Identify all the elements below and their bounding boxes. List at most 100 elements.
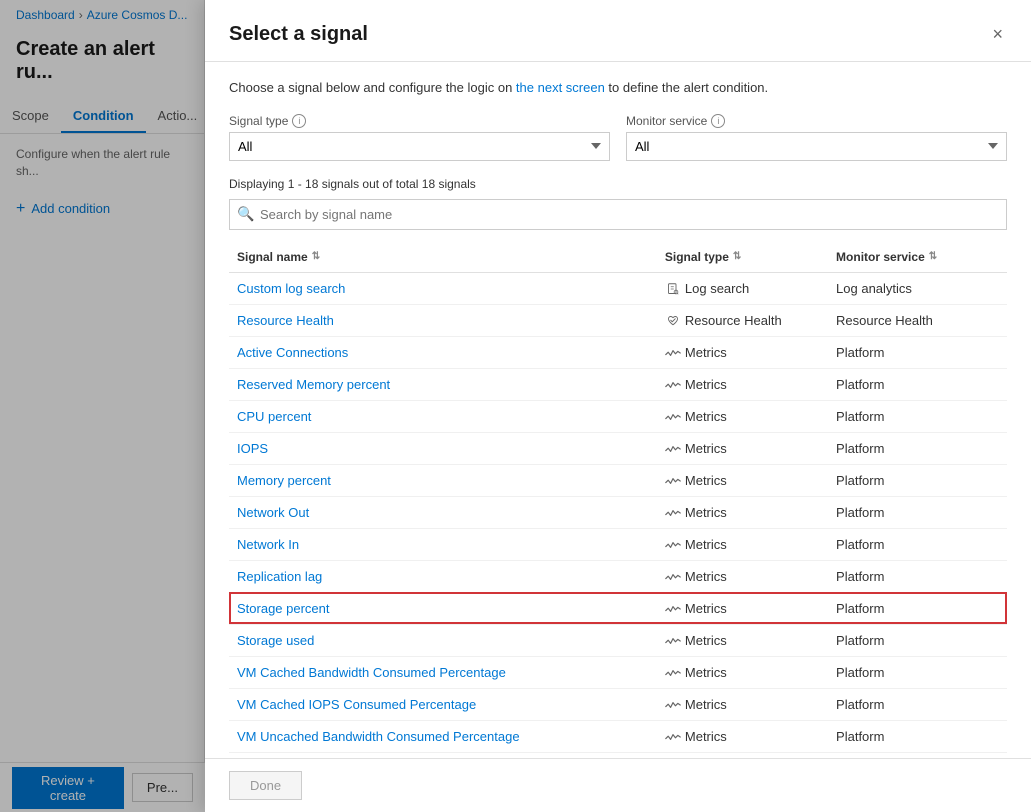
monitor-service-cell: Platform: [828, 464, 1007, 496]
signals-table: Signal name ⇅ Signal type ⇅: [229, 242, 1007, 759]
signal-name-link[interactable]: Replication lag: [237, 569, 322, 584]
sort-signal-name-icon[interactable]: ⇅: [312, 251, 320, 262]
monitor-service-cell: Platform: [828, 688, 1007, 720]
filters-row: Signal type i All Monitor service i All: [229, 114, 1007, 161]
signal-name-link[interactable]: Network Out: [237, 505, 309, 520]
signal-name-link[interactable]: Active Connections: [237, 345, 348, 360]
monitor-service-cell: Platform: [828, 496, 1007, 528]
description-link[interactable]: the next screen: [516, 80, 605, 95]
metrics-icon: [665, 443, 681, 455]
monitor-service-cell: Platform: [828, 432, 1007, 464]
metrics-icon: [665, 379, 681, 391]
table-row[interactable]: Storage percent MetricsPlatform: [229, 592, 1007, 624]
table-row[interactable]: CPU percent MetricsPlatform: [229, 400, 1007, 432]
signal-name-link[interactable]: IOPS: [237, 441, 268, 456]
log-search-icon: [665, 283, 681, 295]
metrics-icon: [665, 603, 681, 615]
signals-tbody: Custom log search Log searchLog analytic…: [229, 272, 1007, 758]
monitor-service-cell: Platform: [828, 592, 1007, 624]
monitor-service-cell: Platform: [828, 368, 1007, 400]
search-input[interactable]: [229, 199, 1007, 230]
table-header: Signal name ⇅ Signal type ⇅: [229, 242, 1007, 273]
metrics-icon: [665, 635, 681, 647]
table-row[interactable]: Reserved Memory percent MetricsPlatform: [229, 368, 1007, 400]
signal-name-link[interactable]: Memory percent: [237, 473, 331, 488]
table-row[interactable]: VM Cached IOPS Consumed Percentage Metri…: [229, 688, 1007, 720]
table-row[interactable]: Network In MetricsPlatform: [229, 528, 1007, 560]
signal-name-link[interactable]: Network In: [237, 537, 299, 552]
signal-type-info-icon[interactable]: i: [292, 114, 306, 128]
modal-panel: Select a signal × Choose a signal below …: [205, 0, 1031, 812]
signal-type-cell: Metrics: [657, 464, 828, 496]
table-row[interactable]: IOPS MetricsPlatform: [229, 432, 1007, 464]
table-row[interactable]: VM Cached Bandwidth Consumed Percentage …: [229, 656, 1007, 688]
table-row[interactable]: Storage used MetricsPlatform: [229, 624, 1007, 656]
metrics-icon: [665, 475, 681, 487]
signal-type-cell: Metrics: [657, 368, 828, 400]
signal-type-filter: Signal type i All: [229, 114, 610, 161]
signal-type-cell: Metrics: [657, 592, 828, 624]
signal-name-link[interactable]: VM Uncached Bandwidth Consumed Percentag…: [237, 729, 520, 744]
monitor-service-cell: Platform: [828, 560, 1007, 592]
table-row[interactable]: VM Uncached Bandwidth Consumed Percentag…: [229, 720, 1007, 752]
signal-type-cell: Metrics: [657, 496, 828, 528]
done-button[interactable]: Done: [229, 771, 302, 800]
th-signal-name: Signal name ⇅: [229, 242, 657, 273]
metrics-icon: [665, 539, 681, 551]
signal-type-cell: Metrics: [657, 400, 828, 432]
monitor-service-cell: Platform: [828, 400, 1007, 432]
signal-name-link[interactable]: VM Cached IOPS Consumed Percentage: [237, 697, 476, 712]
modal-footer: Done: [205, 758, 1031, 812]
table-row[interactable]: Custom log search Log searchLog analytic…: [229, 272, 1007, 304]
table-row[interactable]: Active Connections MetricsPlatform: [229, 336, 1007, 368]
signal-type-cell: Metrics: [657, 720, 828, 752]
signal-type-cell: Metrics: [657, 656, 828, 688]
signal-name-link[interactable]: Resource Health: [237, 313, 334, 328]
metrics-icon: [665, 667, 681, 679]
sort-monitor-service-icon[interactable]: ⇅: [929, 251, 937, 262]
signal-name-link[interactable]: VM Cached Bandwidth Consumed Percentage: [237, 665, 506, 680]
monitor-service-select[interactable]: All: [626, 132, 1007, 161]
sort-signal-type-icon[interactable]: ⇅: [733, 251, 741, 262]
signal-type-cell: Metrics: [657, 688, 828, 720]
monitor-service-cell: Resource Health: [828, 304, 1007, 336]
th-monitor-service: Monitor service ⇅: [828, 242, 1007, 273]
modal-body: Choose a signal below and configure the …: [205, 62, 1031, 758]
monitor-service-label: Monitor service i: [626, 114, 1007, 128]
signal-type-select[interactable]: All: [229, 132, 610, 161]
close-button[interactable]: ×: [988, 20, 1007, 49]
modal-title: Select a signal: [229, 23, 368, 46]
signal-name-link[interactable]: Storage percent: [237, 601, 330, 616]
signal-type-cell: Log search: [657, 272, 828, 304]
resource-health-icon: [665, 315, 681, 327]
signals-count: Displaying 1 - 18 signals out of total 1…: [229, 177, 1007, 191]
table-row[interactable]: Network Out MetricsPlatform: [229, 496, 1007, 528]
table-row[interactable]: Memory percent MetricsPlatform: [229, 464, 1007, 496]
metrics-icon: [665, 699, 681, 711]
monitor-service-cell: Platform: [828, 720, 1007, 752]
signal-name-link[interactable]: Storage used: [237, 633, 314, 648]
monitor-service-info-icon[interactable]: i: [711, 114, 725, 128]
page-background: Dashboard › Azure Cosmos D... Create an …: [0, 0, 1031, 812]
signal-type-cell: Metrics: [657, 560, 828, 592]
signal-name-link[interactable]: Reserved Memory percent: [237, 377, 390, 392]
modal-header: Select a signal ×: [205, 0, 1031, 62]
signal-type-cell: Resource Health: [657, 304, 828, 336]
search-icon: 🔍: [237, 206, 254, 223]
metrics-icon: [665, 571, 681, 583]
monitor-service-cell: Platform: [828, 528, 1007, 560]
signal-type-cell: Metrics: [657, 336, 828, 368]
signal-type-cell: Metrics: [657, 624, 828, 656]
signal-type-cell: Metrics: [657, 432, 828, 464]
monitor-service-cell: Platform: [828, 656, 1007, 688]
metrics-icon: [665, 731, 681, 743]
signal-name-link[interactable]: CPU percent: [237, 409, 311, 424]
metrics-icon: [665, 411, 681, 423]
table-row[interactable]: Replication lag MetricsPlatform: [229, 560, 1007, 592]
signal-name-link[interactable]: Custom log search: [237, 281, 345, 296]
monitor-service-cell: Platform: [828, 336, 1007, 368]
monitor-service-cell: Platform: [828, 624, 1007, 656]
signal-type-cell: Metrics: [657, 528, 828, 560]
table-row[interactable]: Resource Health Resource HealthResource …: [229, 304, 1007, 336]
th-signal-type: Signal type ⇅: [657, 242, 828, 273]
